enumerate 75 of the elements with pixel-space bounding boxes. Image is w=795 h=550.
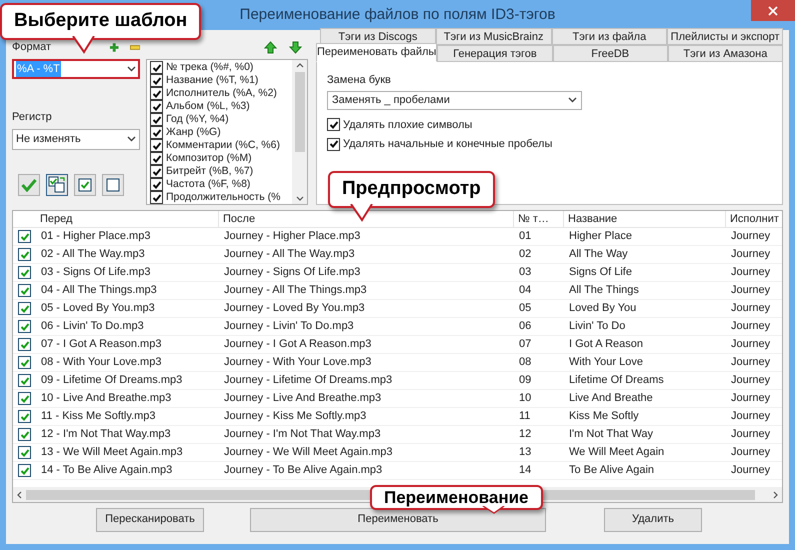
table-cell-text: Journey - Signs Of Life.mp3 (223, 265, 362, 280)
table-cell-text: 04 - All The Things.mp3 (40, 283, 158, 298)
table-cell-text: Journey - Livin' To Do.mp3 (223, 319, 355, 334)
format-value: %A - %T (16, 60, 61, 78)
table-cell-text: Journey (730, 427, 772, 442)
table-cell-text: Signs Of Life (568, 265, 633, 280)
table-cell-text: Journey - I Got A Reason.mp3 (223, 337, 372, 352)
table-cell-text: Journey (730, 463, 772, 478)
case-label: Регистр (12, 110, 53, 125)
table-cell-text: All The Things (568, 283, 640, 298)
table-cell-text: Journey - Live And Breathe.mp3 (223, 391, 382, 406)
table-cell-text: Journey (730, 265, 772, 280)
table-cell-text: 09 (518, 373, 532, 388)
table-cell-text: Journey (730, 409, 772, 424)
table-cell-text: With Your Love (568, 355, 644, 370)
table-cell-text: 01 (518, 229, 532, 244)
table-cell-text: 05 (518, 301, 532, 316)
table-cell-text: 03 (518, 265, 532, 280)
table-cell-text: 02 - All The Way.mp3 (40, 247, 146, 262)
table-cell-text: 11 - Kiss Me Softly.mp3 (40, 409, 157, 424)
table-cell-text: 10 - Live And Breathe.mp3 (40, 391, 172, 406)
table-cell-text: Journey (730, 445, 772, 460)
table-cell-text: 06 - Livin' To Do.mp3 (40, 319, 145, 334)
table-cell-text: 10 (518, 391, 532, 406)
table-cell-text: I Got A Reason (568, 337, 644, 352)
table-cell-text: 13 - We Will Meet Again.mp3 (40, 445, 184, 460)
table-cell-text: 07 (518, 337, 532, 352)
table-cell-text: Journey (730, 301, 772, 316)
table-cell-text: 08 - With Your Love.mp3 (40, 355, 162, 370)
table-cell-text: 13 (518, 445, 532, 460)
table-cell-text: Journey - All The Way.mp3 (223, 247, 356, 262)
replace-label: Замена букв (327, 73, 392, 88)
table-cell-text: Journey (730, 319, 772, 334)
table-cell-text: We Will Meet Again (568, 445, 666, 460)
table-cell-text: 12 (518, 427, 532, 442)
table-cell-text: Journey (730, 229, 772, 244)
table-cell-text: Journey (730, 337, 772, 352)
table-cell-text: Higher Place (568, 229, 633, 244)
table-cell-text: Journey (730, 283, 772, 298)
table-cell-text: Lifetime Of Dreams (568, 373, 665, 388)
table-cell-text: Journey - We Will Meet Again.mp3 (223, 445, 394, 460)
table-cell-text: Live And Breathe (568, 391, 654, 406)
table-cell-text: Journey (730, 247, 772, 262)
table-cell-text: 02 (518, 247, 532, 262)
table-cell-text: Journey (730, 391, 772, 406)
table-cell-text: Journey - I'm Not That Way.mp3 (223, 427, 382, 442)
table-cell-text: 04 (518, 283, 532, 298)
table-cell-text: Journey - With Your Love.mp3 (223, 355, 372, 370)
table-cell-text: Journey (730, 373, 772, 388)
table-cell-text: Journey - Loved By You.mp3 (223, 301, 366, 316)
table-cell-text: 06 (518, 319, 532, 334)
table-cell-text: 03 - Signs Of Life.mp3 (40, 265, 152, 280)
table-cell-text: 14 (518, 463, 532, 478)
table-cell-text: 05 - Loved By You.mp3 (40, 301, 156, 316)
table-cell-text: I'm Not That Way (568, 427, 654, 442)
table-cell-text: Loved By You (568, 301, 638, 316)
table-cell-text: 14 - To Be Alive Again.mp3 (40, 463, 174, 478)
table-cell-text: 12 - I'm Not That Way.mp3 (40, 427, 172, 442)
table-cell-text: Journey - Lifetime Of Dreams.mp3 (223, 373, 394, 388)
window-title: Переименование файлов по полям ID3-тэгов (240, 4, 556, 25)
table-cell-text: Livin' To Do (568, 319, 626, 334)
table-cell-text: Journey - To Be Alive Again.mp3 (223, 463, 384, 478)
format-label: Формат (12, 40, 52, 55)
table-cell-text: Journey - All The Things.mp3 (223, 283, 368, 298)
table-cell-text: 08 (518, 355, 532, 370)
table-cell-text: Journey - Higher Place.mp3 (223, 229, 362, 244)
table-cell-text: 11 (518, 409, 532, 424)
table-cell-text: To Be Alive Again (568, 463, 656, 478)
table-cell-text: Kiss Me Softly (568, 409, 640, 424)
table-cell-text: 07 - I Got A Reason.mp3 (40, 337, 162, 352)
table-cell-text: Journey (730, 355, 772, 370)
table-cell-text: 01 - Higher Place.mp3 (40, 229, 152, 244)
table-cell-text: 09 - Lifetime Of Dreams.mp3 (40, 373, 184, 388)
table-cell-text: All The Way (568, 247, 629, 262)
table-cell-text: Journey - Kiss Me Softly.mp3 (223, 409, 368, 424)
